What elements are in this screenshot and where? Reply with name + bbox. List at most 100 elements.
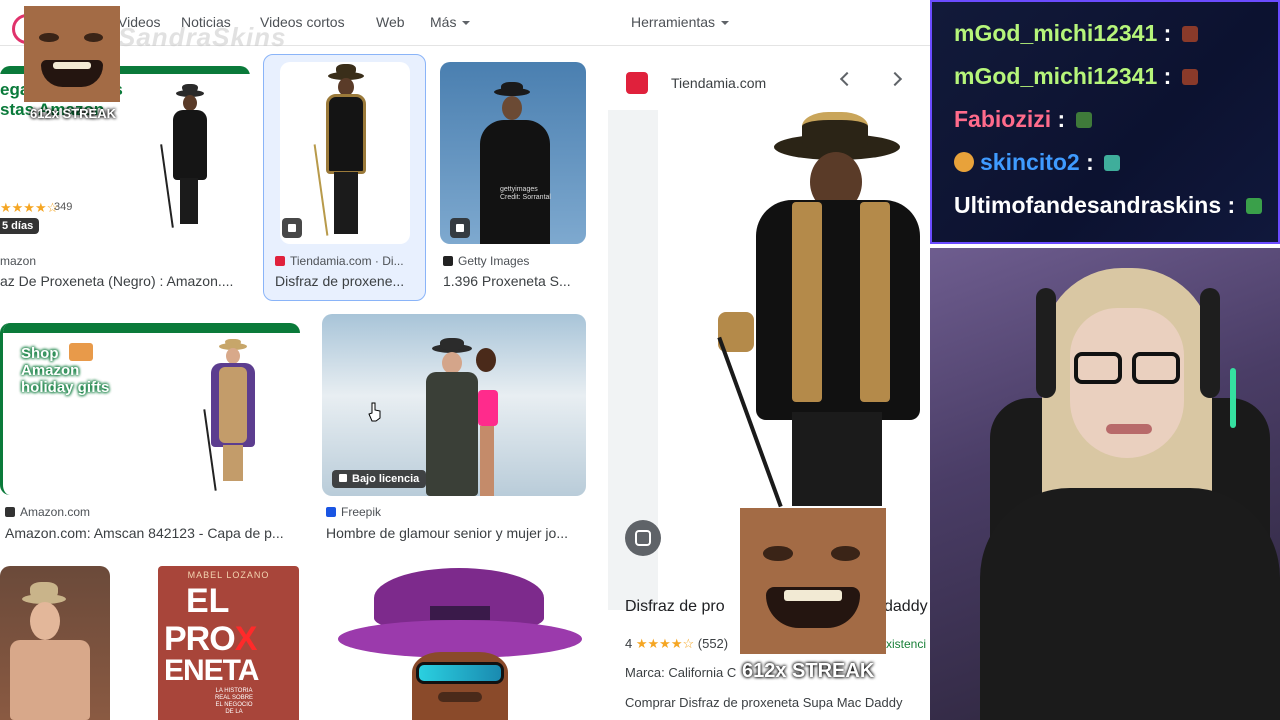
buy-link[interactable]: Comprar Disfraz de proxeneta Supa Mac Da… — [625, 695, 902, 710]
freepik-favicon — [326, 507, 336, 517]
mustache — [438, 692, 482, 702]
result-image-6[interactable] — [0, 566, 110, 720]
glasses-right-lens — [1132, 352, 1180, 384]
result-title-2[interactable]: Disfraz de proxene... — [275, 273, 415, 289]
streak-label-large: 612x STREAK — [742, 660, 875, 682]
previous-arrow-icon[interactable] — [839, 71, 855, 87]
hand-cursor-icon — [368, 402, 381, 422]
book-subtitle: LA HISTORIA REAL SOBRE EL NEGOCIO DE LA — [214, 688, 254, 715]
rating-value: 4 — [625, 636, 633, 651]
amazon-banner-stripe — [3, 323, 300, 333]
holiday-gifts-banner: Shop Amazon holiday gifts — [13, 341, 123, 419]
badge-icon — [954, 152, 974, 172]
tab-web[interactable]: Web — [376, 14, 405, 30]
chat-message-3: Fabiozizi : — [954, 106, 1092, 133]
chat-user: Ultimofandesandraskins — [954, 192, 1222, 218]
tab-more[interactable]: Más — [430, 14, 471, 30]
hat-band — [430, 606, 490, 620]
leopard-lapel-left — [792, 202, 822, 402]
holiday-gifts-text: Shop Amazon holiday gifts — [21, 345, 110, 396]
chat-separator: : — [1157, 20, 1178, 46]
license-icon — [339, 474, 347, 482]
preview-title-start[interactable]: Disfraz de pro — [625, 598, 725, 616]
result-source-5: Freepik — [326, 505, 526, 519]
chat-separator: : — [1079, 149, 1101, 175]
headset-light — [1230, 368, 1236, 428]
tiendamia-logo — [626, 72, 648, 94]
license-badge: Bajo licencia — [332, 470, 427, 488]
result-title-3[interactable]: 1.396 Proxeneta S... — [443, 273, 588, 289]
result-image-8[interactable] — [334, 566, 586, 720]
review-count: 349 — [54, 201, 73, 213]
glasses-left-lens — [1074, 352, 1122, 384]
leopard-lapel-right — [860, 202, 890, 402]
result-source-3: Getty Images — [443, 254, 583, 268]
sunglasses — [416, 662, 504, 684]
chevron-down-icon — [721, 21, 730, 26]
tools-label: Herramientas — [631, 14, 716, 30]
chat-message-4: skincito2 : — [954, 149, 1121, 176]
search-tabs-bar: Videos Noticias Videos cortos Web Más He… — [0, 0, 930, 52]
next-arrow-icon[interactable] — [887, 71, 903, 87]
book-title-part: PRO — [164, 620, 236, 658]
source-label: Tiendamia.com · Di... — [290, 254, 404, 268]
chat-user: mGod_michi12341 — [954, 20, 1158, 46]
source-label: Getty Images — [458, 254, 530, 268]
result-title-5[interactable]: Hombre de glamour senior y mujer jo... — [326, 525, 588, 541]
headset-left — [1036, 288, 1056, 398]
emote-icon — [1075, 112, 1092, 128]
streamer-shirt — [980, 488, 1280, 720]
chat-message-5: Ultimofandesandraskins : — [954, 192, 1262, 219]
book-author: MABEL LOZANO — [187, 570, 270, 580]
getty-watermark: gettyimages Credit: Sorrantal — [500, 186, 551, 201]
costume-figure — [203, 339, 263, 495]
emote-icon — [1181, 69, 1198, 85]
tiendamia-favicon — [275, 256, 285, 266]
result-image-5[interactable]: Bajo licencia — [322, 314, 586, 496]
result-image-2[interactable] — [280, 62, 410, 244]
book-title-line3: ENETA — [164, 654, 259, 687]
preview-brand: Marca: California C — [625, 665, 737, 680]
source-label: Amazon.com — [20, 505, 91, 519]
costume-figure — [313, 64, 376, 242]
rating-stars: ★★★★☆ — [0, 200, 59, 215]
headset-right — [1200, 288, 1220, 398]
emote-icon — [1245, 198, 1262, 214]
chat-message-1: mGod_michi12341 : — [954, 20, 1198, 47]
result-title-1[interactable]: az De Proxeneta (Negro) : Amazon.... — [0, 273, 250, 289]
webcam-feed — [930, 248, 1280, 720]
tools-button[interactable]: Herramientas — [631, 14, 730, 30]
streak-label-small: 612x STREAK — [30, 106, 116, 121]
preview-site-name[interactable]: Tiendamia.com — [671, 75, 766, 91]
chat-message-2: mGod_michi12341 : — [954, 63, 1198, 90]
gift-icon — [69, 343, 93, 361]
chat-user: Fabiozizi — [954, 106, 1052, 132]
preview-costume-image[interactable] — [712, 112, 928, 512]
preview-title-end[interactable]: daddy — [884, 598, 928, 616]
delivery-badge: 5 días — [0, 218, 40, 234]
chat-user: skincito2 — [980, 149, 1080, 175]
rating-stars: ★★★★☆ — [635, 636, 695, 651]
stock-status: xistenci — [886, 637, 927, 651]
emote-icon — [1104, 155, 1121, 171]
stream-watermark: SandraSkins — [118, 22, 287, 52]
chat-separator: : — [1157, 63, 1178, 89]
rating-count: (552) — [697, 636, 729, 651]
result-image-3[interactable]: gettyimages Credit: Sorrantal — [440, 62, 586, 244]
emote-icon — [1181, 26, 1198, 42]
result-image-4[interactable]: Shop Amazon holiday gifts — [0, 323, 300, 495]
costume-figure — [160, 84, 220, 244]
result-image-7[interactable]: MABEL LOZANO EL PROX ENETA LA HISTORIA R… — [158, 566, 299, 720]
chat-user: mGod_michi12341 — [954, 63, 1158, 89]
book-title-x: X — [234, 620, 258, 658]
stream-chat-overlay: mGod_michi12341 : mGod_michi12341 : Fabi… — [930, 0, 1280, 244]
chat-separator: : — [1221, 192, 1242, 218]
lens-search-button[interactable] — [625, 520, 661, 556]
woman-figure — [470, 348, 504, 496]
preview-rating: 4 ★★★★☆ (552) — [625, 636, 728, 652]
image-icon — [450, 218, 470, 238]
result-source-1: mazon — [0, 254, 37, 268]
result-title-4[interactable]: Amazon.com: Amscan 842123 - Capa de p... — [5, 525, 300, 541]
chat-separator: : — [1051, 106, 1072, 132]
getty-favicon — [443, 256, 453, 266]
